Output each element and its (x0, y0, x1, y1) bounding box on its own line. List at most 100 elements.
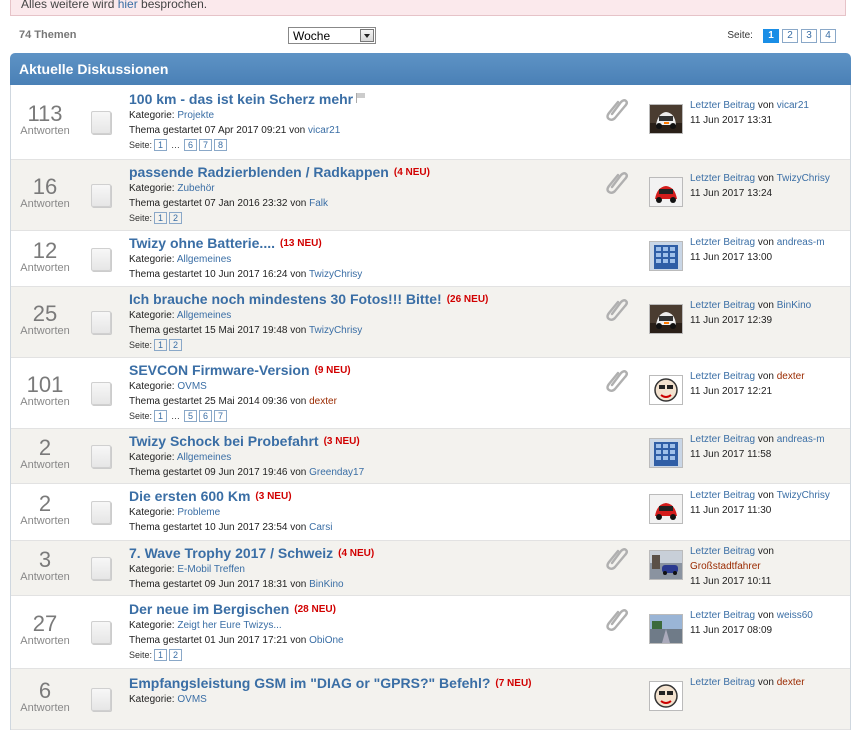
last-post-user[interactable]: dexter (777, 677, 805, 688)
new-posts-badge[interactable]: (28 NEU) (294, 604, 336, 615)
avatar[interactable] (649, 241, 683, 271)
category-link[interactable]: Probleme (177, 507, 220, 518)
last-post-user[interactable]: andreas-m (777, 434, 825, 445)
topic-title-link[interactable]: SEVCON Firmware-Version (129, 362, 310, 378)
avatar[interactable] (649, 177, 683, 207)
started-label: Thema gestartet (129, 522, 202, 533)
avatar[interactable] (649, 494, 683, 524)
last-post-user[interactable]: dexter (777, 371, 805, 382)
topic-title-link[interactable]: 100 km - das ist kein Scherz mehr (129, 91, 353, 107)
reply-number: 27 (32, 611, 58, 636)
topic-page-link[interactable]: 5 (184, 410, 198, 422)
author-link[interactable]: Falk (309, 198, 328, 209)
category-link[interactable]: Allgemeines (177, 310, 231, 321)
new-posts-badge[interactable]: (4 NEU) (394, 167, 430, 178)
author-link[interactable]: TwizyChrisy (309, 269, 362, 280)
dropdown-arrow-icon[interactable] (360, 29, 374, 42)
topic-title-link[interactable]: Twizy ohne Batterie.... (129, 235, 275, 251)
last-post-link[interactable]: Letzter Beitrag (690, 434, 755, 445)
new-posts-badge[interactable]: (3 NEU) (324, 436, 360, 447)
topic-page-link[interactable]: 7 (214, 410, 228, 422)
avatar[interactable] (649, 550, 683, 580)
last-post-user[interactable]: Großstadtfahrer (690, 561, 761, 572)
topic-page-link[interactable]: 7 (199, 139, 213, 151)
page-link-4[interactable]: 4 (820, 29, 836, 43)
topic-title-link[interactable]: 7. Wave Trophy 2017 / Schweiz (129, 545, 333, 561)
topic-page-link[interactable]: 1 (154, 649, 168, 661)
page-link-3[interactable]: 3 (801, 29, 817, 43)
last-post-user[interactable]: TwizyChrisy (777, 173, 830, 184)
avatar[interactable] (649, 681, 683, 711)
category-link[interactable]: Projekte (177, 110, 214, 121)
topic-page-link[interactable]: 6 (184, 139, 198, 151)
topic-category: Kategorie: Zubehör (129, 181, 630, 196)
topic-page-link[interactable]: 2 (169, 212, 183, 224)
last-post-user[interactable]: weiss60 (777, 610, 813, 621)
last-post-link[interactable]: Letzter Beitrag (690, 371, 755, 382)
last-post-link[interactable]: Letzter Beitrag (690, 173, 755, 184)
category-link[interactable]: E-Mobil Treffen (177, 564, 245, 575)
last-post-link[interactable]: Letzter Beitrag (690, 546, 755, 557)
topic-pages-label: Seite: (129, 213, 153, 223)
new-posts-badge[interactable]: (13 NEU) (280, 238, 322, 249)
avatar[interactable] (649, 614, 683, 644)
category-link[interactable]: Allgemeines (177, 254, 231, 265)
last-by-label: von (757, 100, 774, 111)
category-link[interactable]: Zeigt her Eure Twizys... (177, 620, 281, 631)
time-filter-select[interactable]: Woche (288, 27, 376, 44)
avatar[interactable] (649, 304, 683, 334)
topic-page-link[interactable]: 1 (154, 410, 168, 422)
author-link[interactable]: Carsi (309, 522, 332, 533)
last-post-link[interactable]: Letzter Beitrag (690, 677, 755, 688)
avatar[interactable] (649, 375, 683, 405)
topic-title-link[interactable]: Twizy Schock bei Probefahrt (129, 433, 319, 449)
topic-page-link[interactable]: 8 (214, 139, 228, 151)
category-link[interactable]: OVMS (177, 381, 206, 392)
author-link[interactable]: Greenday17 (309, 467, 364, 478)
last-post-link[interactable]: Letzter Beitrag (690, 237, 755, 248)
category-link[interactable]: OVMS (177, 694, 206, 705)
last-post-user[interactable]: andreas-m (777, 237, 825, 248)
new-posts-badge[interactable]: (3 NEU) (255, 491, 291, 502)
topic-started: Thema gestartet 10 Jun 2017 16:24 von Tw… (129, 267, 630, 282)
topic-category: Kategorie: OVMS (129, 379, 630, 394)
last-post-user[interactable]: TwizyChrisy (777, 490, 830, 501)
topic-page-link[interactable]: 1 (154, 139, 168, 151)
topic-page-link[interactable]: 2 (169, 339, 183, 351)
topic-doc-icon (91, 501, 111, 524)
new-posts-badge[interactable]: (26 NEU) (447, 294, 489, 305)
topic-title-link[interactable]: Die ersten 600 Km (129, 488, 250, 504)
topic-row: 6 Antworten Empfangsleistung GSM im "DIAG … (11, 669, 850, 730)
last-post-link[interactable]: Letzter Beitrag (690, 100, 755, 111)
page-link-1[interactable]: 1 (763, 29, 779, 43)
category-link[interactable]: Allgemeines (177, 452, 231, 463)
last-post-user[interactable]: vicar21 (777, 100, 809, 111)
topic-page-link[interactable]: 6 (199, 410, 213, 422)
author-link[interactable]: vicar21 (308, 125, 340, 136)
author-link[interactable]: dexter (309, 396, 337, 407)
notice-link[interactable]: hier (118, 0, 138, 11)
last-post-link[interactable]: Letzter Beitrag (690, 490, 755, 501)
topic-page-link[interactable]: 1 (154, 339, 168, 351)
avatar[interactable] (649, 104, 683, 134)
last-post-info: Letzter Beitrag von dexter 11 Jun 2017 12… (690, 369, 850, 399)
avatar[interactable] (649, 438, 683, 468)
last-post-user[interactable]: BinKino (777, 300, 811, 311)
topic-title-link[interactable]: Ich brauche noch mindestens 30 Fotos!!! … (129, 291, 442, 307)
new-posts-badge[interactable]: (7 NEU) (495, 678, 531, 689)
author-link[interactable]: ObiOne (309, 635, 343, 646)
author-link[interactable]: BinKino (309, 579, 343, 590)
author-link[interactable]: TwizyChrisy (309, 325, 362, 336)
last-post-link[interactable]: Letzter Beitrag (690, 300, 755, 311)
page-link-2[interactable]: 2 (782, 29, 798, 43)
topic-info: 100 km - das ist kein Scherz mehr Kategor… (129, 91, 630, 152)
topic-page-link[interactable]: 1 (154, 212, 168, 224)
category-link[interactable]: Zubehör (177, 183, 214, 194)
topic-page-link[interactable]: 2 (169, 649, 183, 661)
last-post-line: Letzter Beitrag von TwizyChrisy (690, 171, 850, 186)
new-posts-badge[interactable]: (9 NEU) (315, 365, 351, 376)
topic-title-link[interactable]: passende Radzierblenden / Radkappen (129, 164, 389, 180)
last-post-link[interactable]: Letzter Beitrag (690, 610, 755, 621)
new-posts-badge[interactable]: (4 NEU) (338, 548, 374, 559)
topic-title-link[interactable]: Der neue im Bergischen (129, 601, 289, 617)
